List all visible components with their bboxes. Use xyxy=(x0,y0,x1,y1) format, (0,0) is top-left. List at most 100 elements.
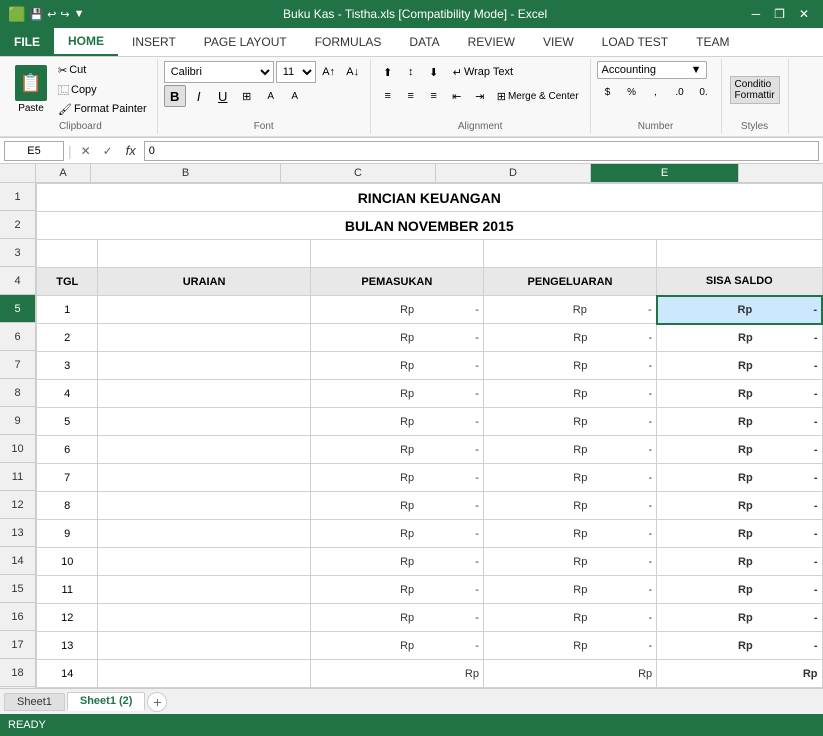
increase-decimal-button[interactable]: 0. xyxy=(693,81,715,103)
cell-b3[interactable] xyxy=(98,240,310,268)
cell-a10[interactable]: 6 xyxy=(37,436,98,464)
cell-a9[interactable]: 5 xyxy=(37,408,98,436)
name-box[interactable] xyxy=(4,141,64,161)
cut-button[interactable]: ✂ Cut xyxy=(54,62,151,79)
quick-access-more[interactable]: ▼ xyxy=(74,8,85,20)
cell-d10[interactable]: Rp - xyxy=(483,436,656,464)
cell-e15[interactable]: Rp - xyxy=(657,576,822,604)
cell-d9[interactable]: Rp - xyxy=(483,408,656,436)
row-num-12[interactable]: 12 xyxy=(0,491,35,519)
cell-c17[interactable]: Rp - xyxy=(310,632,483,660)
cell-c13[interactable]: Rp - xyxy=(310,520,483,548)
cell-e5[interactable]: Rp - xyxy=(657,296,822,324)
cell-a4[interactable]: TGL xyxy=(37,268,98,296)
cell-a15[interactable]: 11 xyxy=(37,576,98,604)
tab-review[interactable]: REVIEW xyxy=(454,28,529,56)
row-num-7[interactable]: 7 xyxy=(0,351,35,379)
font-grow-button[interactable]: A↑ xyxy=(318,61,340,83)
merge-center-button[interactable]: ⊞ Merge & Center xyxy=(492,87,584,106)
row-num-17[interactable]: 17 xyxy=(0,631,35,659)
tab-file[interactable]: FILE xyxy=(0,28,54,56)
cell-c18[interactable]: Rp xyxy=(310,660,483,688)
align-right-button[interactable]: ≡ xyxy=(423,85,445,107)
cell-c12[interactable]: Rp - xyxy=(310,492,483,520)
row-num-6[interactable]: 6 xyxy=(0,323,35,351)
cell-b9[interactable] xyxy=(98,408,310,436)
decrease-indent-button[interactable]: ⇤ xyxy=(446,85,468,107)
cell-d14[interactable]: Rp - xyxy=(483,548,656,576)
tab-view[interactable]: VIEW xyxy=(529,28,588,56)
cell-e17[interactable]: Rp - xyxy=(657,632,822,660)
window-controls[interactable]: ─ ❐ ✕ xyxy=(746,7,815,21)
cell-c14[interactable]: Rp - xyxy=(310,548,483,576)
paste-button[interactable]: 📋 Paste xyxy=(10,62,52,117)
tab-page-layout[interactable]: PAGE LAYOUT xyxy=(190,28,301,56)
increase-indent-button[interactable]: ⇥ xyxy=(469,85,491,107)
format-painter-button[interactable]: 🖌 Format Painter xyxy=(54,101,151,118)
row-num-15[interactable]: 15 xyxy=(0,575,35,603)
cell-d15[interactable]: Rp - xyxy=(483,576,656,604)
font-shrink-button[interactable]: A↓ xyxy=(342,61,364,83)
row-num-13[interactable]: 13 xyxy=(0,519,35,547)
cell-e6[interactable]: Rp - xyxy=(657,324,822,352)
cell-c10[interactable]: Rp - xyxy=(310,436,483,464)
cell-a5[interactable]: 1 xyxy=(37,296,98,324)
cell-a18[interactable]: 14 xyxy=(37,660,98,688)
row-num-16[interactable]: 16 xyxy=(0,603,35,631)
cell-e3[interactable] xyxy=(657,240,822,268)
cell-a16[interactable]: 12 xyxy=(37,604,98,632)
row-num-8[interactable]: 8 xyxy=(0,379,35,407)
cell-a14[interactable]: 10 xyxy=(37,548,98,576)
cell-d4[interactable]: PENGELUARAN xyxy=(483,268,656,296)
row-num-4[interactable]: 4 xyxy=(0,267,35,295)
row-num-5[interactable]: 5 xyxy=(0,295,35,323)
cell-c7[interactable]: Rp - xyxy=(310,352,483,380)
cell-d3[interactable] xyxy=(483,240,656,268)
col-header-a[interactable]: A xyxy=(36,164,91,182)
border-button[interactable]: ⊞ xyxy=(236,85,258,107)
cell-a7[interactable]: 3 xyxy=(37,352,98,380)
sheet-tab-1[interactable]: Sheet1 xyxy=(4,693,65,711)
formula-confirm-button[interactable]: ✓ xyxy=(98,141,118,161)
cell-d6[interactable]: Rp - xyxy=(483,324,656,352)
cell-b17[interactable] xyxy=(98,632,310,660)
bold-button[interactable]: B xyxy=(164,85,186,107)
cell-c15[interactable]: Rp - xyxy=(310,576,483,604)
comma-button[interactable]: , xyxy=(645,81,667,103)
tab-formulas[interactable]: FORMULAS xyxy=(301,28,396,56)
row-num-18[interactable]: 18 xyxy=(0,659,35,687)
align-bottom-button[interactable]: ⬇ xyxy=(423,61,445,83)
cell-c3[interactable] xyxy=(310,240,483,268)
cell-a8[interactable]: 4 xyxy=(37,380,98,408)
cell-e13[interactable]: Rp - xyxy=(657,520,822,548)
minimize-button[interactable]: ─ xyxy=(746,7,767,21)
cell-c8[interactable]: Rp - xyxy=(310,380,483,408)
row-num-3[interactable]: 3 xyxy=(0,239,35,267)
cell-d5[interactable]: Rp - xyxy=(483,296,656,324)
number-format-dropdown[interactable]: Accounting ▼ xyxy=(597,61,707,79)
percent-button[interactable]: % xyxy=(621,81,643,103)
cell-d18[interactable]: Rp xyxy=(483,660,656,688)
quick-access-undo[interactable]: ↩ xyxy=(47,8,56,21)
cell-c4[interactable]: PEMASUKAN xyxy=(310,268,483,296)
cell-e18[interactable]: Rp xyxy=(657,660,822,688)
cell-a1[interactable]: RINCIAN KEUANGAN xyxy=(37,184,823,212)
cell-b16[interactable] xyxy=(98,604,310,632)
cell-e16[interactable]: Rp - xyxy=(657,604,822,632)
tab-home[interactable]: HOME xyxy=(54,28,118,56)
formula-cancel-button[interactable]: ✕ xyxy=(76,141,96,161)
cell-b10[interactable] xyxy=(98,436,310,464)
col-header-e[interactable]: E xyxy=(591,164,739,182)
cell-d8[interactable]: Rp - xyxy=(483,380,656,408)
cell-a11[interactable]: 7 xyxy=(37,464,98,492)
cell-d12[interactable]: Rp - xyxy=(483,492,656,520)
cell-a13[interactable]: 9 xyxy=(37,520,98,548)
tab-team[interactable]: TEAM xyxy=(682,28,743,56)
italic-button[interactable]: I xyxy=(188,85,210,107)
cell-b5[interactable] xyxy=(98,296,310,324)
cell-c5[interactable]: Rp - xyxy=(310,296,483,324)
tab-load-test[interactable]: LOAD TEST xyxy=(588,28,682,56)
align-top-button[interactable]: ⬆ xyxy=(377,61,399,83)
font-color-button[interactable]: A xyxy=(284,85,306,107)
wrap-text-button[interactable]: ↵ Wrap Text xyxy=(446,63,520,82)
